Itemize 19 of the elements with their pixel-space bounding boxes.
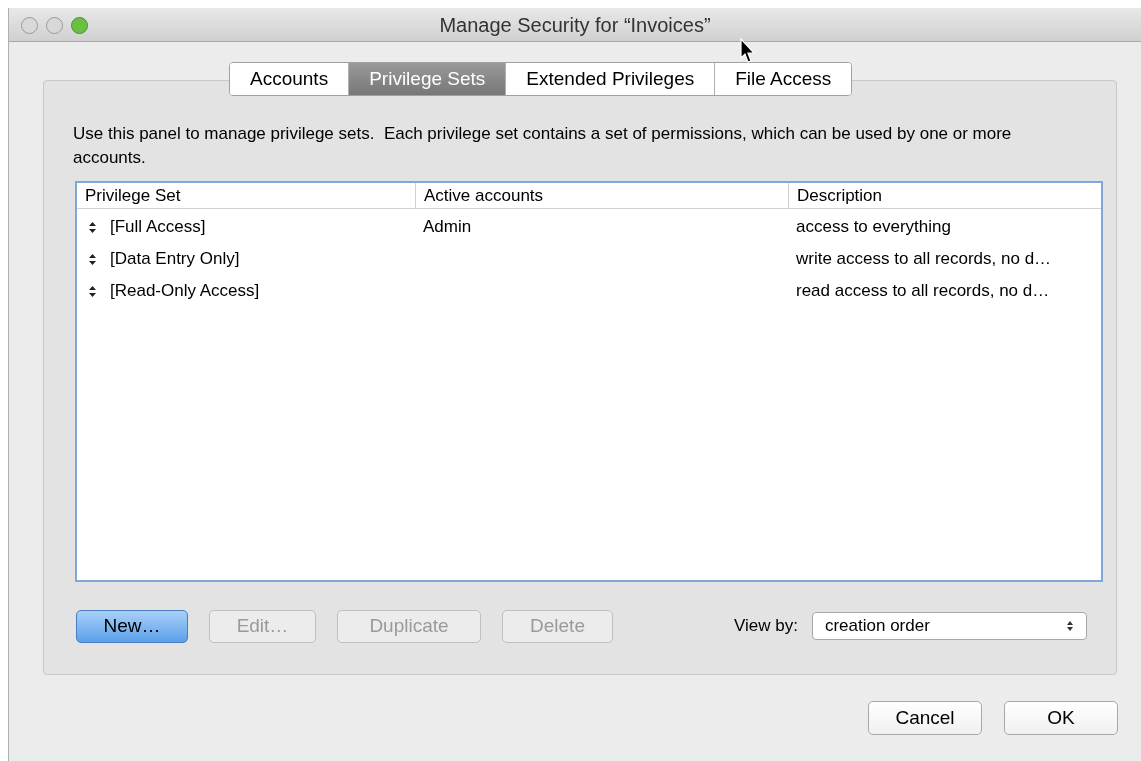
column-header[interactable]: Active accounts bbox=[415, 183, 788, 208]
column-header[interactable]: Privilege Set bbox=[77, 183, 415, 208]
table-cell-text: read access to all records, no d… bbox=[796, 280, 1050, 303]
tab[interactable]: Privilege Sets bbox=[348, 63, 506, 95]
view-by-label: View by: bbox=[734, 615, 798, 638]
cancel-button[interactable]: Cancel bbox=[868, 701, 982, 735]
ok-button[interactable]: OK bbox=[1004, 701, 1118, 735]
table-cell-text: [Full Access] bbox=[110, 216, 206, 239]
table-cell-text: Admin bbox=[423, 216, 472, 239]
tab[interactable]: File Access bbox=[714, 63, 852, 95]
window-title: Manage Security for “Invoices” bbox=[439, 13, 711, 36]
column-header[interactable]: Description bbox=[788, 183, 1101, 208]
action-button[interactable]: New… bbox=[76, 610, 188, 643]
table-cell-text: [Read-Only Access] bbox=[110, 280, 260, 303]
view-by-dropdown[interactable]: creation order bbox=[811, 612, 1087, 640]
table-cell-text: access to everything bbox=[796, 216, 951, 239]
table-cell-text: write access to all records, no d… bbox=[796, 248, 1052, 271]
instruction-text: Use this panel to manage privilege sets. Each privilege set contains a set of permissions, which can be used by one or more accounts. bbox=[73, 123, 1013, 169]
table-cell-text: [Data Entry Only] bbox=[110, 248, 240, 271]
